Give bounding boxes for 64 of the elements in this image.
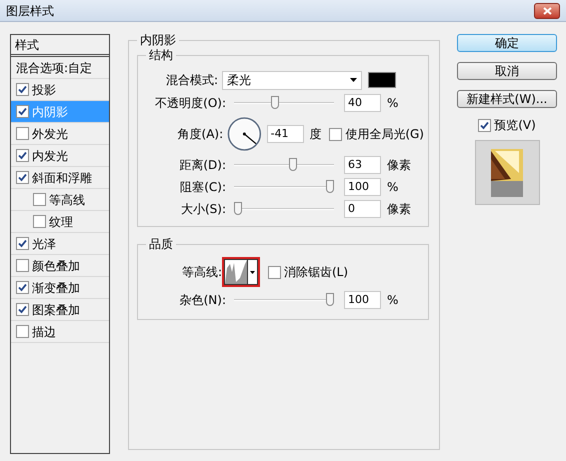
field-label: 不透明度(O): xyxy=(154,95,226,112)
checkbox-label: 消除锯齿(L) xyxy=(284,264,348,281)
dialog-button[interactable]: 确定 xyxy=(457,34,557,52)
slider[interactable] xyxy=(234,202,334,216)
checkbox[interactable] xyxy=(16,281,29,294)
checkbox[interactable] xyxy=(16,171,29,184)
caret-icon xyxy=(350,78,357,82)
slider[interactable] xyxy=(234,158,334,172)
unit-label: 像素 xyxy=(387,157,411,174)
checkbox[interactable] xyxy=(16,303,29,316)
close-button[interactable] xyxy=(534,2,560,18)
field-label: 杂色(N): xyxy=(178,292,226,309)
field-label: 阻塞(C): xyxy=(179,179,226,196)
slider-thumb[interactable] xyxy=(289,158,298,171)
blend-mode-dropdown[interactable]: 柔光 xyxy=(222,70,362,90)
field-label: 等高线: xyxy=(180,264,222,281)
checkbox-label: 使用全局光(G) xyxy=(345,126,424,143)
checkbox[interactable] xyxy=(33,193,46,206)
group-title: 结构 xyxy=(146,47,176,63)
checkbox[interactable] xyxy=(16,259,29,272)
checkbox[interactable] xyxy=(16,149,29,162)
slider-thumb[interactable] xyxy=(234,202,242,215)
unit-label: % xyxy=(387,95,398,112)
color-swatch[interactable] xyxy=(368,72,396,88)
slider-thumb[interactable] xyxy=(326,180,334,193)
field-label: 角度(A): xyxy=(176,126,224,143)
checkbox[interactable] xyxy=(16,83,29,96)
number-field[interactable]: -41 xyxy=(266,125,304,143)
number-field[interactable]: 100 xyxy=(344,291,381,309)
dialog-button[interactable]: 取消 xyxy=(457,62,557,80)
slider-thumb[interactable] xyxy=(270,96,279,109)
contour-curve-icon xyxy=(225,260,247,284)
group-title: 品质 xyxy=(146,236,176,252)
contour-picker[interactable] xyxy=(222,257,260,287)
slider[interactable] xyxy=(234,293,334,307)
checkbox[interactable] xyxy=(33,215,46,228)
unit-label: % xyxy=(387,292,398,309)
unit-label: 像素 xyxy=(387,201,411,218)
field-label: 大小(S): xyxy=(180,201,226,218)
checkbox[interactable] xyxy=(268,266,281,278)
checkbox[interactable] xyxy=(16,325,29,338)
angle-dial[interactable] xyxy=(227,116,262,152)
field-label: 距离(D): xyxy=(178,157,226,174)
number-field[interactable]: 40 xyxy=(344,94,381,112)
slider-thumb[interactable] xyxy=(326,293,334,306)
slider[interactable] xyxy=(234,180,334,194)
dialog-button[interactable]: 新建样式(W)... xyxy=(457,90,557,108)
unit-label: % xyxy=(387,179,398,196)
slider[interactable] xyxy=(234,96,334,110)
number-field[interactable]: 0 xyxy=(344,200,381,218)
number-field[interactable]: 100 xyxy=(344,178,381,196)
unit-label: 度 xyxy=(310,126,322,143)
checkbox[interactable] xyxy=(16,127,29,140)
close-icon xyxy=(542,6,552,14)
checkbox-label: 预览(V) xyxy=(494,117,536,134)
checkbox[interactable] xyxy=(16,237,29,250)
checkbox[interactable] xyxy=(329,128,342,140)
caret-icon xyxy=(250,270,255,274)
checkbox[interactable] xyxy=(478,118,492,132)
checkbox[interactable] xyxy=(16,105,29,118)
window-title: 图层样式 xyxy=(6,2,54,20)
number-field[interactable]: 63 xyxy=(344,156,381,174)
field-label: 混合模式: xyxy=(164,72,218,89)
group-title: 内阴影 xyxy=(137,32,179,48)
